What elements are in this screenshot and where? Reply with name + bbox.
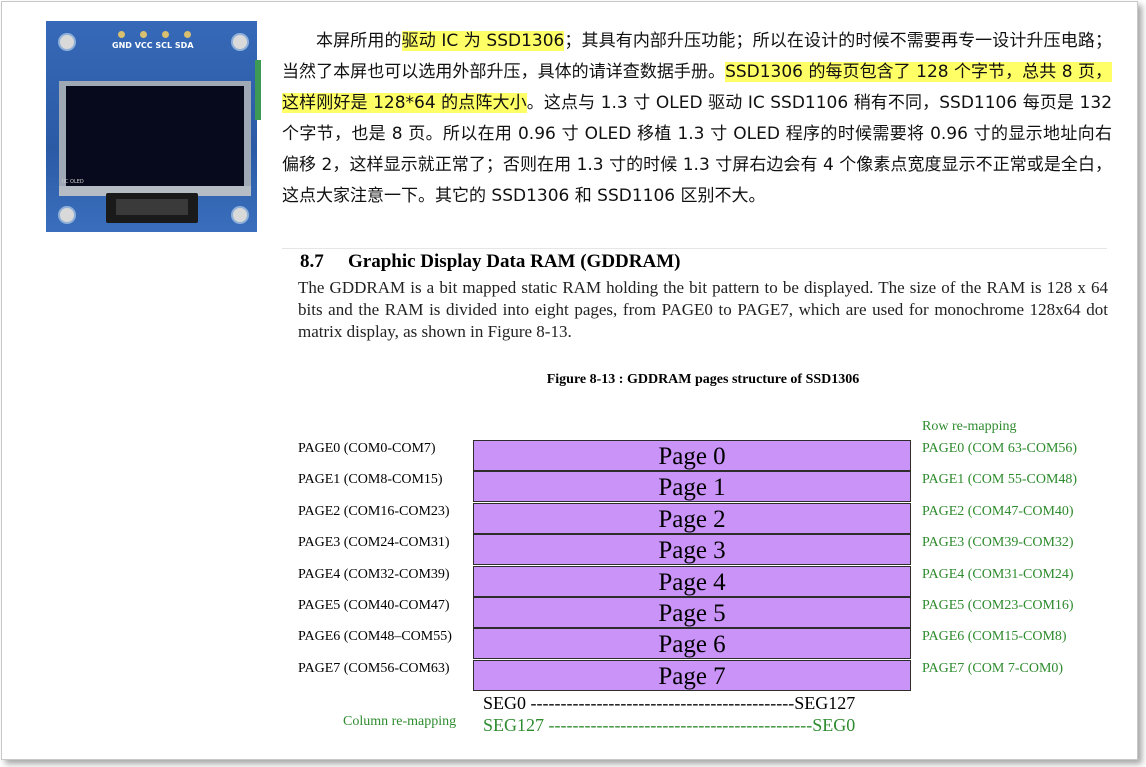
page-box: Page 0	[473, 440, 911, 471]
page-com-label: PAGE4 (COM32-COM39)	[298, 567, 450, 582]
column-remap-label: Column re-mapping	[343, 714, 457, 729]
pin-labels: GND VCC SCL SDA	[112, 41, 194, 50]
mounting-hole-icon	[58, 33, 76, 51]
page-remap-label: PAGE3 (COM39-COM32)	[922, 535, 1074, 550]
page-remap-label: PAGE0 (COM 63-COM56)	[922, 441, 1078, 456]
page-com-label: PAGE1 (COM8-COM15)	[298, 472, 443, 487]
page-com-label: PAGE6 (COM48–COM55)	[298, 629, 452, 644]
section-title: Graphic Display Data RAM (GDDRAM)	[348, 251, 681, 272]
pin-header	[114, 31, 194, 39]
mounting-hole-icon	[231, 206, 249, 224]
row-remap-label: Row re-mapping	[922, 419, 1017, 434]
display-screen	[66, 86, 244, 186]
figure-caption: Figure 8-13 : GDDRAM pages structure of …	[546, 372, 860, 387]
page-box: Page 6	[473, 628, 911, 659]
page-com-label: PAGE5 (COM40-COM47)	[298, 598, 450, 613]
section-body: The GDDRAM is a bit mapped static RAM ho…	[298, 278, 1108, 341]
page-remap-label: PAGE2 (COM47-COM40)	[922, 504, 1074, 519]
mounting-hole-icon	[231, 33, 249, 51]
page-box: Page 1	[473, 471, 911, 502]
page-remap-label: PAGE5 (COM23-COM16)	[922, 598, 1074, 613]
chinese-description: 本屏所用的驱动 IC 为 SSD1306；其具有内部升压功能；所以在设计的时候不…	[282, 26, 1113, 212]
mounting-hole-icon	[58, 206, 76, 224]
page-remap-label: PAGE7 (COM 7-COM0)	[922, 661, 1064, 676]
segment-axis-remapped: SEG127 ---------------------------------…	[483, 715, 856, 735]
section-number: 8.7	[300, 251, 324, 272]
page-com-label: PAGE3 (COM24-COM31)	[298, 535, 450, 550]
segment-axis-normal: SEG0 -----------------------------------…	[483, 693, 856, 713]
section-heading: 8.7 Graphic Display Data RAM (GDDRAM)	[300, 251, 680, 273]
page-com-label: PAGE0 (COM0-COM7)	[298, 441, 436, 456]
page-remap-label: PAGE1 (COM 55-COM48)	[922, 472, 1078, 487]
module-silkscreen: IIC OLED	[62, 179, 84, 185]
page-remap-label: PAGE4 (COM31-COM24)	[922, 567, 1074, 582]
page-box: Page 5	[473, 597, 911, 628]
highlighted-text: 驱动 IC 为 SSD1306	[401, 31, 565, 51]
divider	[282, 248, 1107, 249]
page-remap-label: PAGE6 (COM15-COM8)	[922, 629, 1067, 644]
flex-connector	[116, 199, 188, 215]
page-com-label: PAGE2 (COM16-COM23)	[298, 504, 450, 519]
green-marker	[255, 60, 261, 120]
oled-module-photo: GND VCC SCL SDA IIC OLED	[46, 21, 257, 232]
page-box: Page 7	[473, 660, 911, 691]
page-box: Page 2	[473, 503, 911, 534]
chinese-paragraph: 本屏所用的驱动 IC 为 SSD1306；其具有内部升压功能；所以在设计的时候不…	[282, 26, 1113, 212]
text-run: 本屏所用的	[316, 31, 402, 51]
page-box: Page 3	[473, 534, 911, 565]
page-box: Page 4	[473, 566, 911, 597]
page-com-label: PAGE7 (COM56-COM63)	[298, 661, 450, 676]
